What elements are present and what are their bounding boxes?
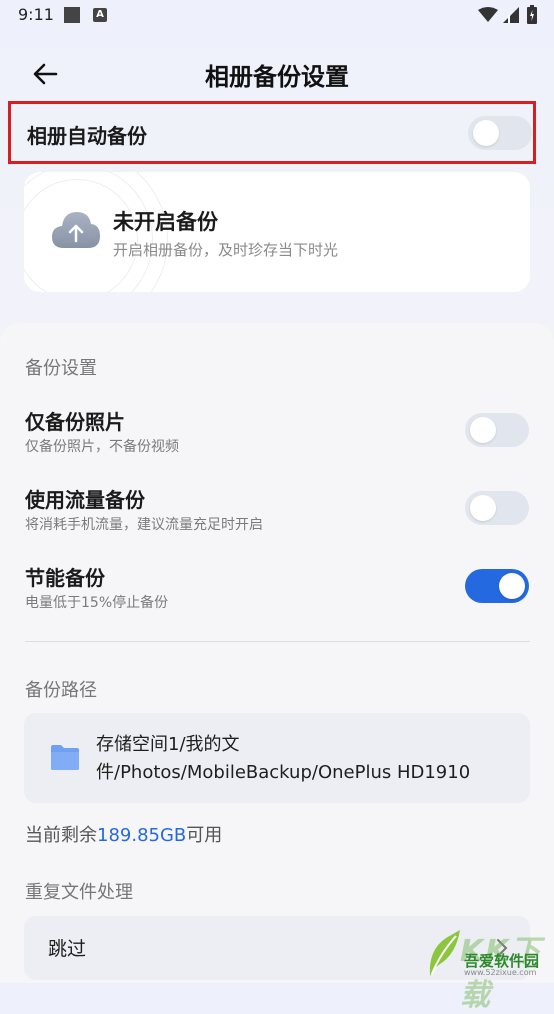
toggle-knob: [470, 495, 496, 521]
page-title: 相册备份设置: [205, 63, 349, 91]
toggle-knob: [470, 417, 496, 443]
site-watermark: KK下载 吾爱软件园 www.52zixue.com: [420, 920, 554, 1013]
photos-only-toggle[interactable]: [465, 413, 529, 447]
status-title: 未开启备份: [113, 210, 218, 234]
a-badge-icon: A: [93, 8, 107, 22]
auto-backup-toggle[interactable]: [468, 116, 532, 150]
status-bar: 9:11 A: [0, 0, 554, 30]
setting-desc-photos-only: 仅备份照片，不备份视频: [25, 439, 179, 455]
wifi-icon: [478, 7, 498, 22]
backup-path-text: 存储空间1/我的文件/Photos/MobileBackup/OnePlus H…: [96, 734, 471, 783]
folder-icon: [51, 745, 79, 770]
section-title-duplicate-handling: 重复文件处理: [25, 882, 133, 903]
backup-status-card: 未开启备份 开启相册备份，及时珍存当下时光: [24, 172, 530, 292]
setting-desc-mobile-data: 将消耗手机流量，建议流量充足时开启: [25, 517, 263, 533]
settings-panel: 备份设置 仅备份照片 仅备份照片，不备份视频 使用流量备份 将消耗手机流量，建议…: [0, 323, 554, 983]
toggle-knob: [473, 120, 499, 146]
cloud-upload-icon: [52, 212, 100, 248]
status-description: 开启相册备份，及时珍存当下时光: [113, 241, 339, 259]
auto-backup-row[interactable]: 相册自动备份: [8, 101, 536, 164]
mobile-data-toggle[interactable]: [465, 491, 529, 525]
backup-path-selector[interactable]: 存储空间1/我的文件/Photos/MobileBackup/OnePlus H…: [24, 713, 530, 803]
section-title-backup-path: 备份路径: [25, 680, 97, 701]
signal-icon: [503, 7, 519, 23]
auto-backup-label: 相册自动备份: [27, 124, 147, 148]
battery-icon: [527, 5, 537, 24]
watermark-url: www.52zixue.com: [464, 968, 537, 977]
duplicate-handling-value: 跳过: [48, 938, 87, 960]
toggle-knob: [499, 573, 525, 599]
divider: [25, 641, 530, 642]
storage-amount: 189.85GB: [97, 825, 187, 846]
leaf-logo-icon: [429, 930, 460, 976]
power-saving-toggle[interactable]: [465, 569, 529, 603]
storage-prefix: 当前剩余: [25, 825, 97, 846]
status-time: 9:11: [18, 5, 54, 24]
setting-desc-power-saving: 电量低于15%停止备份: [25, 595, 169, 611]
section-title-backup-settings: 备份设置: [25, 358, 97, 379]
storage-remaining: 当前剩余189.85GB可用: [25, 821, 222, 847]
setting-title-mobile-data: 使用流量备份: [25, 488, 145, 512]
square-icon: [64, 7, 80, 23]
storage-suffix: 可用: [186, 825, 223, 846]
setting-title-photos-only: 仅备份照片: [25, 410, 125, 434]
setting-title-power-saving: 节能备份: [25, 566, 105, 590]
app-header: 相册备份设置: [0, 44, 554, 104]
